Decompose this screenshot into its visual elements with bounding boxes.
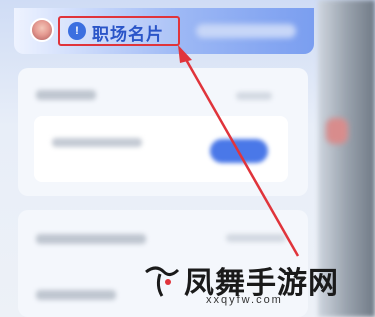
app-screen: ! 职场名片 凤舞手游网 xxqyfw.com (0, 0, 375, 317)
site-watermark: 凤舞手游网 xxqyfw.com (142, 258, 352, 316)
watermark-url: xxqyfw.com (206, 294, 283, 306)
phoenix-logo-icon (145, 266, 180, 297)
